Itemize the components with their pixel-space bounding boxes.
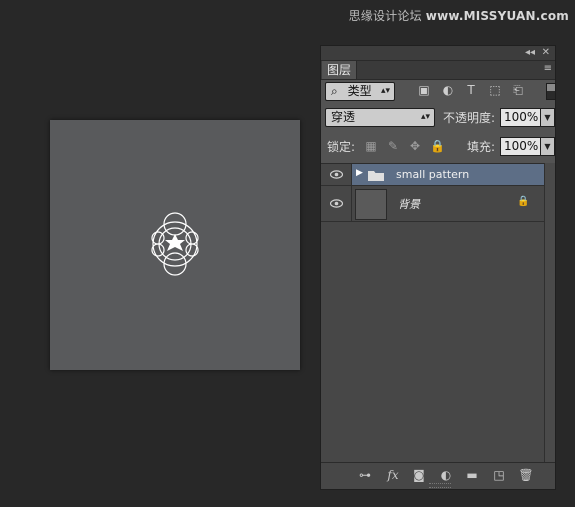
search-icon: ⌕ xyxy=(331,84,338,98)
chevron-updown-icon: ▴▾ xyxy=(380,86,390,96)
chevron-updown-icon: ▴▾ xyxy=(420,112,430,122)
pattern-artwork xyxy=(151,212,199,276)
panel-footer: ⊶ fx ◙ ◐ ▬ ◳ 🗑 xyxy=(321,462,555,489)
resize-grip[interactable] xyxy=(429,483,451,488)
link-icon[interactable]: ⊶ xyxy=(357,467,373,483)
lock-transparent-icon[interactable]: ▦ xyxy=(364,139,378,153)
filter-kind-dropdown[interactable]: ⌕ 类型 ▴▾ xyxy=(325,82,395,101)
new-layer-icon[interactable]: ◳ xyxy=(491,467,507,483)
watermark: 思缘设计论坛 www.MISSYUAN.com xyxy=(349,7,569,24)
blend-row: 穿透 ▴▾ 不透明度: 100% ▼ xyxy=(321,108,555,128)
lock-move-icon[interactable]: ✥ xyxy=(408,139,422,153)
eye-icon xyxy=(330,170,343,179)
layer-name: 背景 xyxy=(398,198,420,211)
tab-layers[interactable]: 图层 xyxy=(322,61,357,79)
adjustment-icon[interactable]: ◐ xyxy=(437,467,455,483)
close-icon[interactable]: ✕ xyxy=(542,46,550,60)
layers-panel: ◂◂ ✕ 图层 ≡ ⌕ 类型 ▴▾ ▣ ◐ T ⬚ ⎗ 穿透 ▴▾ 不透明度: … xyxy=(320,45,556,490)
folder-icon xyxy=(368,171,384,181)
layer-list: ▶ small pattern 背景 🔒 xyxy=(321,163,546,464)
expand-triangle-icon[interactable]: ▶ xyxy=(356,168,363,178)
lock-label: 锁定: xyxy=(327,140,356,154)
visibility-toggle[interactable] xyxy=(321,164,352,185)
fill-label: 填充: xyxy=(467,140,496,154)
collapse-icon[interactable]: ◂◂ xyxy=(525,46,535,60)
document-canvas[interactable] xyxy=(50,120,300,370)
fx-icon[interactable]: fx xyxy=(383,467,403,483)
filter-toggle[interactable] xyxy=(546,83,556,100)
opacity-label: 不透明度: xyxy=(443,111,496,125)
layer-name: small pattern xyxy=(396,168,470,181)
mask-icon[interactable]: ◙ xyxy=(411,467,427,483)
lock-all-icon[interactable]: 🔒 xyxy=(430,139,445,153)
lock-icon: 🔒 xyxy=(517,196,530,207)
opacity-arrow-icon[interactable]: ▼ xyxy=(540,108,555,127)
opacity-input[interactable]: 100% xyxy=(500,108,541,127)
smart-object-filter-icon[interactable]: ⎗ xyxy=(511,83,525,97)
new-group-folder-icon[interactable]: ▬ xyxy=(464,467,480,483)
panel-menu-icon[interactable]: ≡ xyxy=(544,63,552,74)
lock-paint-icon[interactable]: ✎ xyxy=(386,139,400,153)
fill-input[interactable]: 100% xyxy=(500,137,541,156)
layer-row-background[interactable]: 背景 🔒 xyxy=(321,186,546,222)
watermark-site: www.MISSYUAN.com xyxy=(425,9,569,23)
panel-title-strip[interactable]: ◂◂ ✕ xyxy=(321,46,555,61)
panel-tabbar: 图层 ≡ xyxy=(321,61,555,80)
shape-filter-icon[interactable]: ⬚ xyxy=(488,83,502,97)
center-star xyxy=(165,234,185,251)
lock-row: 锁定: ▦ ✎ ✥ 🔒 填充: 100% ▼ xyxy=(321,136,555,156)
trash-icon[interactable]: 🗑 xyxy=(518,467,534,483)
layer-thumbnail xyxy=(355,189,387,220)
layer-row-small-pattern[interactable]: ▶ small pattern xyxy=(321,164,546,186)
filter-row: ⌕ 类型 ▴▾ ▣ ◐ T ⬚ ⎗ xyxy=(321,82,556,102)
fill-arrow-icon[interactable]: ▼ xyxy=(540,137,555,156)
type-filter-icon[interactable]: T xyxy=(464,83,478,97)
visibility-toggle[interactable] xyxy=(321,186,352,221)
watermark-prefix: 思缘设计论坛 xyxy=(348,9,422,23)
layer-scrollbar[interactable] xyxy=(544,163,555,463)
filter-kind-label: 类型 xyxy=(347,84,372,98)
blend-mode-value: 穿透 xyxy=(331,110,356,124)
adjustment-filter-icon[interactable]: ◐ xyxy=(441,83,455,97)
pixel-filter-icon[interactable]: ▣ xyxy=(417,83,431,97)
blend-mode-dropdown[interactable]: 穿透 ▴▾ xyxy=(325,108,435,127)
eye-icon xyxy=(330,199,343,208)
